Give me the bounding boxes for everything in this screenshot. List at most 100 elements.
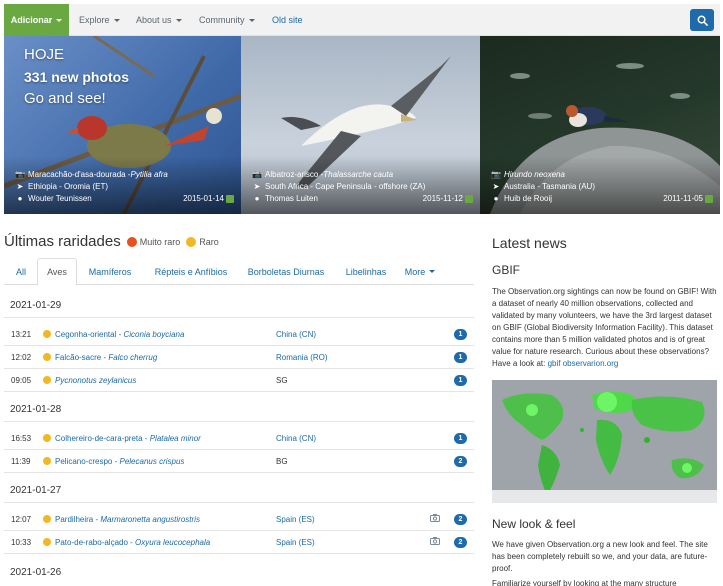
obs-location-link[interactable]: Spain (ES) — [276, 515, 315, 524]
caption-location[interactable]: ➤ South Africa - Cape Peninsula - offshor… — [252, 182, 473, 191]
obs-common-name: Pardilheira - — [55, 514, 101, 524]
tab-repteis-anfibios[interactable]: Répteis e Anfíbios — [146, 258, 236, 285]
obs-common-name: Colhereiro-de-cara-preta - — [55, 433, 150, 443]
obs-count-badge[interactable]: 2 — [454, 513, 467, 525]
rarities-title: Últimas raridades — [4, 233, 121, 250]
obs-time: 10:33 — [11, 537, 32, 547]
tab-more-label: More — [404, 266, 426, 277]
date-label: 2021-01-29 — [10, 300, 62, 311]
obs-scientific-name: Platalea minor — [149, 433, 201, 443]
news-gbif-title[interactable]: GBIF — [492, 263, 520, 277]
tab-repteis-label: Répteis e Anfíbios — [154, 266, 228, 277]
tab-aves[interactable]: Aves — [37, 258, 77, 286]
rare-dot-icon — [43, 376, 51, 384]
tab-libelinhas-label: Libelinhas — [345, 266, 387, 277]
obs-species-link[interactable]: Pardilheira - Marmaronetta angustirostri… — [55, 515, 200, 524]
caption-user[interactable]: ● Huib de Rooij 2011-11-05 — [491, 194, 713, 203]
obs-count-badge[interactable]: 1 — [454, 351, 467, 363]
obs-location-link[interactable]: Romania (RO) — [276, 353, 328, 362]
nav-about[interactable]: About us — [136, 4, 182, 36]
obs-count-badge[interactable]: 2 — [454, 536, 467, 548]
obs-species-link[interactable]: Pelicano-crespo - Pelecanus crispus — [55, 457, 184, 466]
obs-common-name: Cegonha-oriental - — [55, 329, 124, 339]
tab-more[interactable]: More — [400, 258, 440, 285]
table-row[interactable]: 10:33 Pato-de-rabo-alçado - Oxyura leuco… — [4, 531, 474, 554]
rare-dot-icon — [43, 330, 51, 338]
tab-libelinhas[interactable]: Libelinhas — [338, 258, 394, 285]
obs-species-link[interactable]: Colhereiro-de-cara-preta - Platalea mino… — [55, 434, 201, 443]
obs-location-link[interactable]: China (CN) — [276, 330, 316, 339]
obs-time: 11:39 — [11, 456, 31, 466]
obs-species-link[interactable]: Cegonha-oriental - Ciconia boyciana — [55, 330, 184, 339]
add-button[interactable]: Adicionar — [4, 4, 69, 36]
obs-count-badge[interactable]: 1 — [454, 328, 467, 340]
table-row[interactable]: 12:02 Falcão-sacre - Falco cherrug Roman… — [4, 346, 474, 369]
caption-species[interactable]: 📷 Maracachão-d'asa-dourada - Pytilia afra — [15, 170, 234, 179]
caption-species[interactable]: 📷 Albatroz-arisco - Thalassarche cauta — [252, 170, 473, 179]
hero-go-see[interactable]: Go and see! — [24, 88, 129, 110]
obs-location-link[interactable]: Spain (ES) — [276, 538, 315, 547]
tab-aves-label: Aves — [47, 267, 67, 277]
obs-time: 16:53 — [11, 433, 32, 443]
nav-explore-label: Explore — [79, 15, 110, 25]
camera-icon[interactable] — [430, 537, 440, 547]
very-rare-dot-icon — [126, 236, 137, 247]
caption-location[interactable]: ➤ Ethiopia - Oromia (ET) — [15, 182, 234, 191]
search-button[interactable] — [690, 9, 714, 31]
caption-location[interactable]: ➤ Australia - Tasmania (AU) — [491, 182, 713, 191]
obs-species-link[interactable]: Pato-de-rabo-alçado - Oxyura leucocephal… — [55, 538, 210, 547]
table-row[interactable]: 13:21 Cegonha-oriental - Ciconia boycian… — [4, 323, 474, 346]
caption-species[interactable]: 📷 Hirundo neoxena — [491, 170, 713, 179]
hero-photo-2[interactable]: 📷 Albatroz-arisco - Thalassarche cauta ➤ S… — [241, 36, 480, 214]
obs-count-badge[interactable]: 2 — [454, 455, 467, 467]
date-header: 2021-01-26 — [4, 560, 474, 584]
legend-rare: Raro — [186, 236, 219, 247]
news-look-title[interactable]: New look & feel — [492, 517, 575, 531]
tab-all[interactable]: All — [8, 258, 34, 285]
date-header: 2021-01-28 — [4, 398, 474, 422]
nav-community[interactable]: Community — [199, 4, 255, 36]
photo-date: 2015-11-12 — [422, 194, 463, 203]
obs-species-link[interactable]: Pycnonotus zeylanicus — [55, 376, 136, 385]
obs-count-badge[interactable]: 1 — [454, 432, 467, 444]
species-scientific: Hirundo neoxena — [504, 170, 565, 179]
hero-photo-1[interactable]: HOJE 331 new photos Go and see! 📷 Maracac… — [4, 36, 241, 214]
nav-old-site[interactable]: Old site — [272, 4, 303, 36]
obs-common-name: Falcão-sacre - — [55, 352, 109, 362]
obs-count-badge[interactable]: 1 — [454, 374, 467, 386]
obs-species-link[interactable]: Falcão-sacre - Falco cherrug — [55, 353, 157, 362]
hero-photo-3[interactable]: 📷 Hirundo neoxena ➤ Australia - Tasmania (… — [480, 36, 720, 214]
tab-mamiferos[interactable]: Mamíferos — [82, 258, 138, 285]
add-label: Adicionar — [10, 15, 53, 25]
caption-user[interactable]: ● Thomas Luiten 2015-11-12 — [252, 194, 473, 203]
camera-icon[interactable] — [430, 514, 440, 524]
nav-explore[interactable]: Explore — [79, 4, 120, 36]
taxon-tabs: All Aves Mamíferos Répteis e Anfíbios Bo… — [4, 258, 474, 286]
tab-borboletas[interactable]: Borboletas Diurnas — [241, 258, 331, 285]
news-look-text-2: Familiarize yourself by looking at the m… — [492, 579, 677, 586]
gbif-link[interactable]: gbif observarion.org — [548, 359, 619, 368]
user-icon: ● — [493, 194, 499, 203]
obs-scientific-name: Falco cherrug — [108, 352, 158, 362]
date-label: 2021-01-26 — [10, 566, 62, 578]
obs-location: SG — [276, 375, 288, 385]
table-row[interactable]: 12:07 Pardilheira - Marmaronetta angusti… — [4, 508, 474, 531]
photo-date: 2015-01-14 — [183, 194, 224, 203]
news-gbif-text: The Observation.org sightings can now be… — [492, 286, 718, 370]
obs-common-name: Pato-de-rabo-alçado - — [55, 537, 136, 547]
table-row[interactable]: 09:05 Pycnonotus zeylanicus SG 1 — [4, 369, 474, 392]
location-arrow-icon: ➤ — [16, 182, 24, 191]
hero-new-photos[interactable]: 331 new photos — [24, 66, 129, 88]
user-name: Thomas Luiten — [265, 194, 318, 203]
validated-check-icon — [705, 195, 713, 203]
chevron-down-icon — [248, 18, 255, 22]
caption-user[interactable]: ● Wouter Teunissen 2015-01-14 — [15, 194, 234, 203]
table-row[interactable]: 11:39 Pelicano-crespo - Pelecanus crispu… — [4, 450, 474, 473]
table-row[interactable]: 16:53 Colhereiro-de-cara-preta - Platale… — [4, 427, 474, 450]
tab-borboletas-label: Borboletas Diurnas — [247, 266, 325, 277]
date-header: 2021-01-27 — [4, 479, 474, 503]
obs-location-link[interactable]: China (CN) — [276, 434, 316, 443]
rarities-heading: Últimas raridades Muito raro Raro — [4, 233, 219, 250]
nav-old-site-label: Old site — [272, 15, 303, 25]
hero-today: HOJE — [24, 46, 65, 63]
